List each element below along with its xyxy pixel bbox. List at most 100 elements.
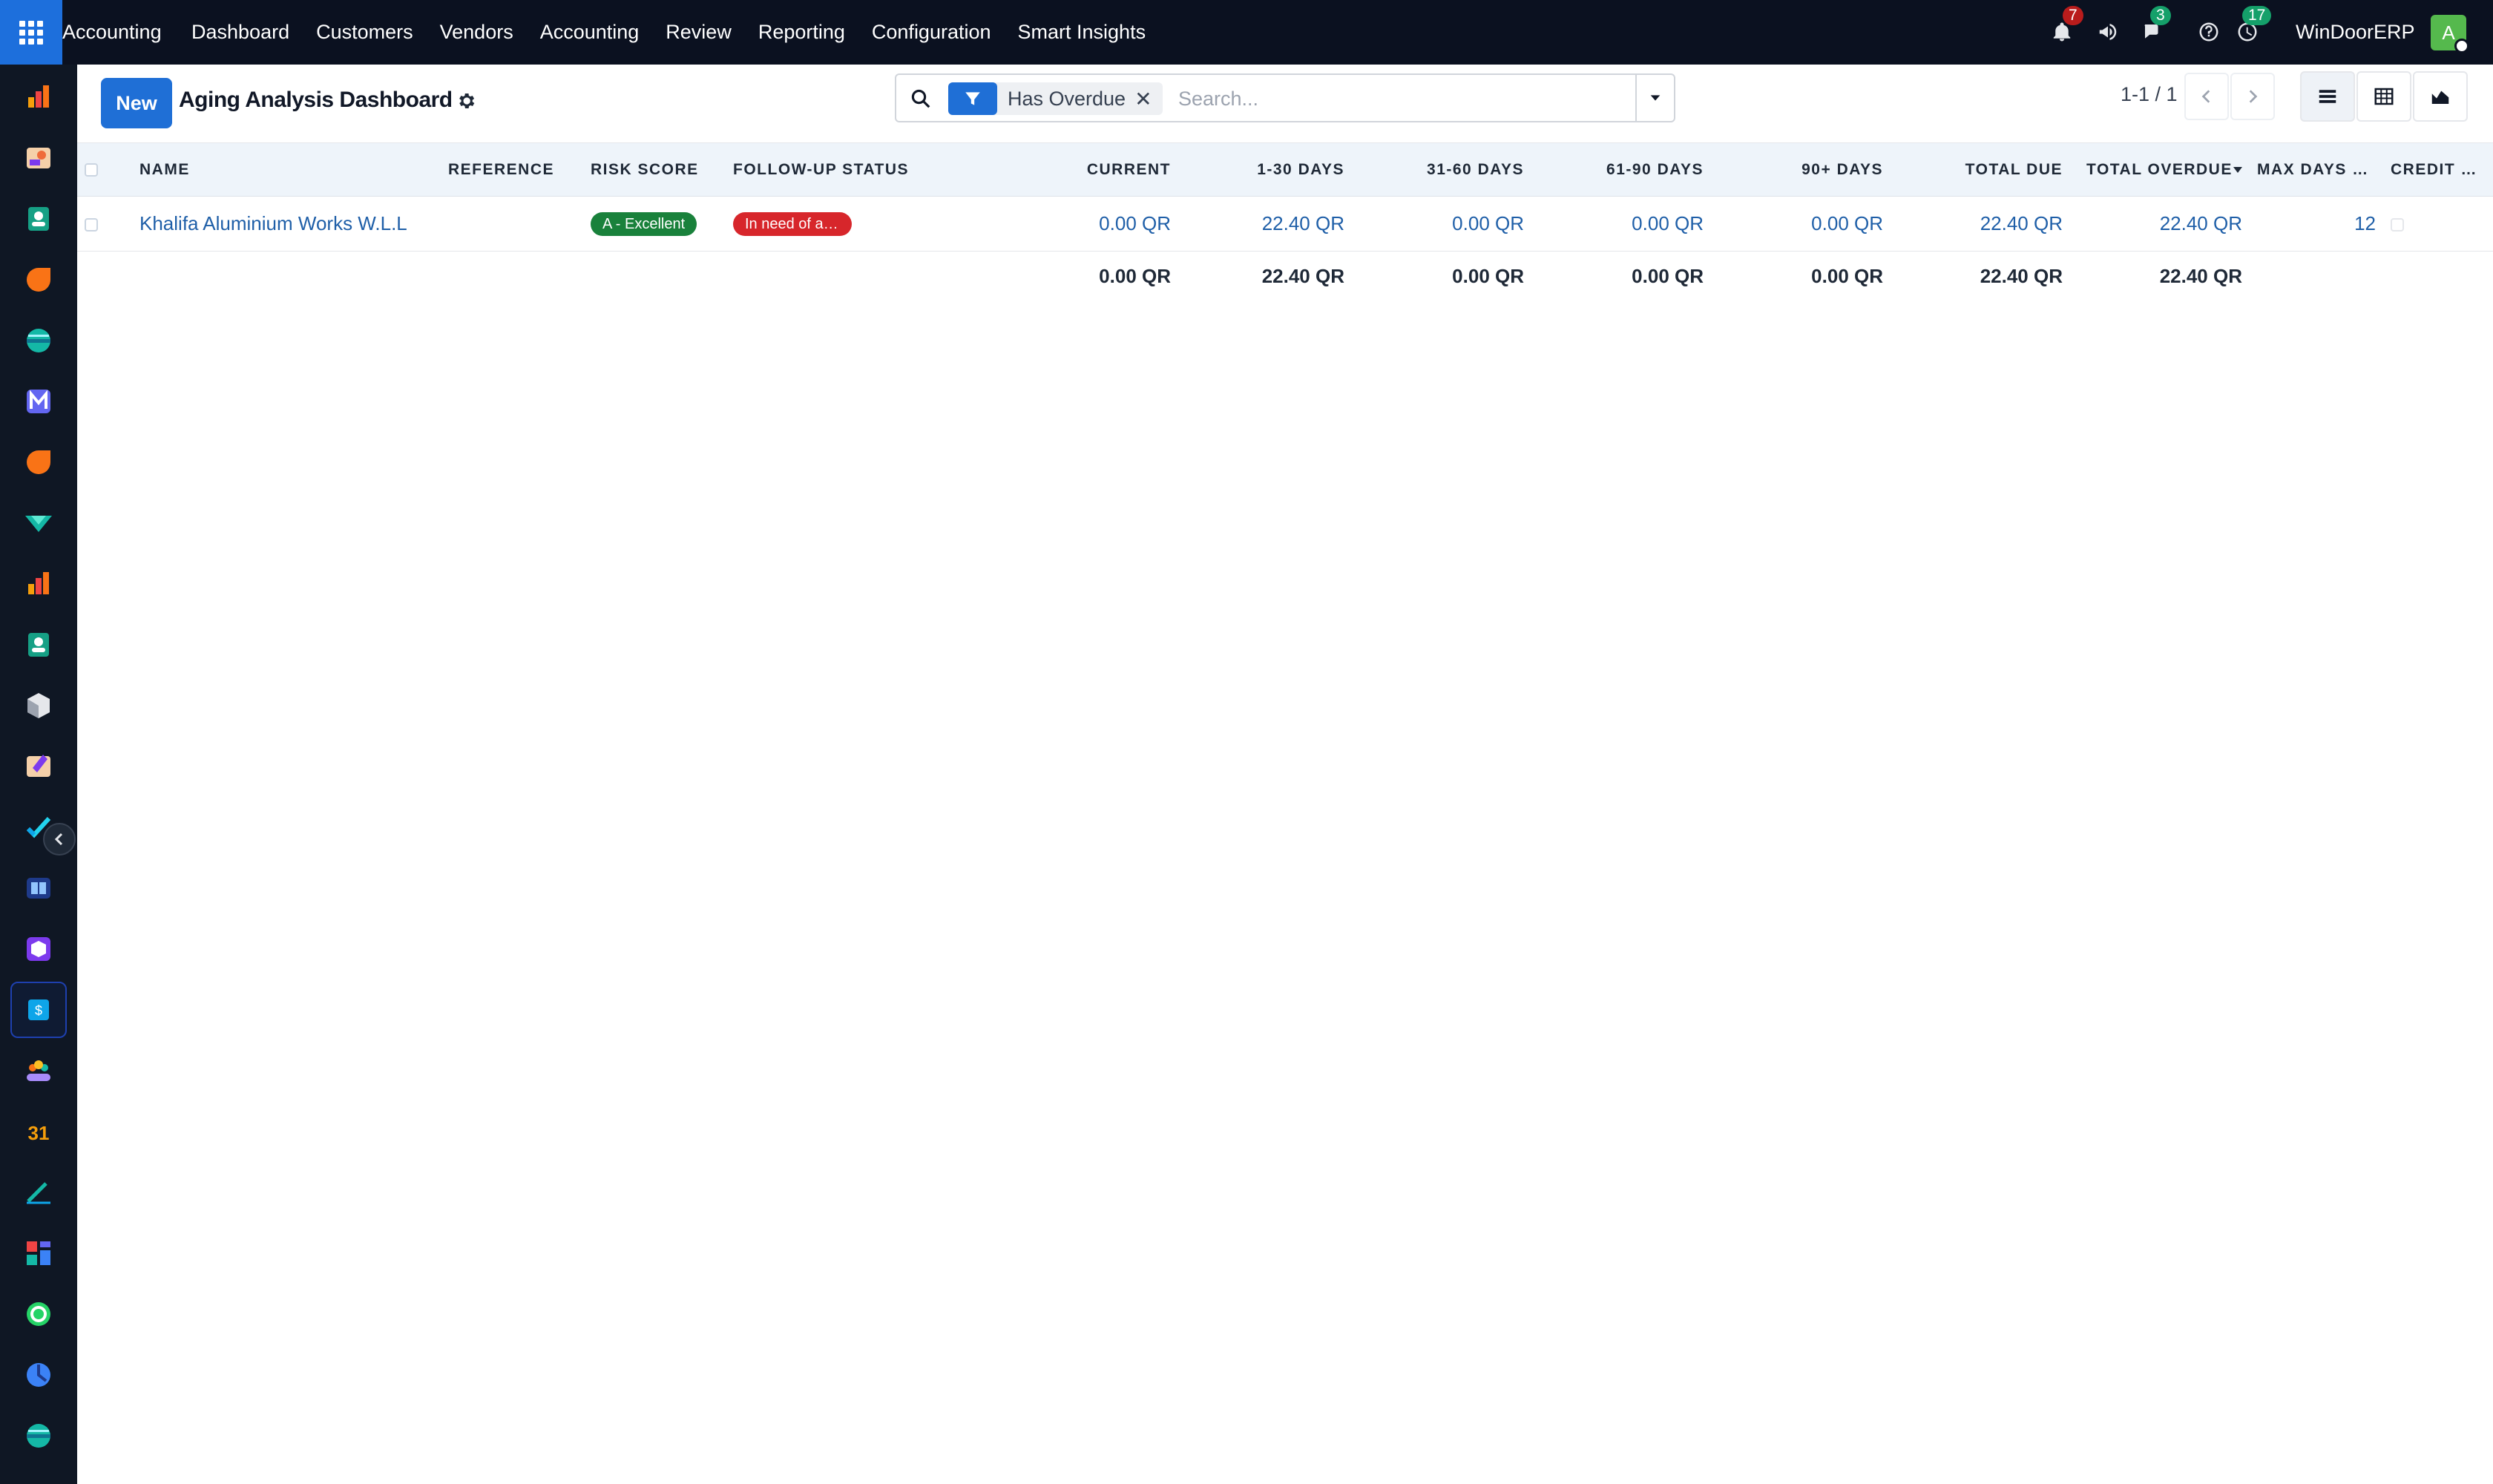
total-due-amount[interactable]: 22.40 QR xyxy=(1891,197,2070,252)
credit-hold-checkbox[interactable] xyxy=(2391,218,2404,232)
total-current: 0.00 QR xyxy=(1099,265,1171,288)
avatar-letter: A xyxy=(2442,22,2455,44)
col-credit-hold[interactable]: Credit Hold xyxy=(2383,143,2493,197)
d90-plus-amount[interactable]: 0.00 QR xyxy=(1711,197,1891,252)
select-all-cell xyxy=(77,143,132,197)
calendar-icon[interactable]: 31 xyxy=(10,1103,67,1160)
employees-icon[interactable] xyxy=(10,617,67,673)
total-total-overdue: 22.40 QR xyxy=(2159,265,2242,288)
crm-icon[interactable] xyxy=(10,252,67,308)
knowledge-icon[interactable] xyxy=(10,860,67,916)
new-button[interactable]: New xyxy=(101,78,172,128)
email-marketing-icon[interactable] xyxy=(10,373,67,430)
followup-status-badge: In need of action xyxy=(733,212,852,237)
team-icon[interactable] xyxy=(10,1043,67,1099)
total-d90-plus: 0.00 QR xyxy=(1811,265,1883,288)
menu-customers[interactable]: Customers xyxy=(316,21,413,44)
pager-next-button[interactable] xyxy=(2230,73,2275,120)
chevron-right-icon xyxy=(2249,90,2258,103)
select-all-checkbox[interactable] xyxy=(85,162,98,177)
current-amount[interactable]: 0.00 QR xyxy=(1005,197,1178,252)
total-overdue-amount[interactable]: 22.40 QR xyxy=(2070,197,2250,252)
search-bar: Has Overdue ✕ xyxy=(895,73,1675,122)
max-days-overdue[interactable]: 12 xyxy=(2250,197,2383,252)
aging-list: Name Reference Risk Score Follow-up Stat… xyxy=(77,142,2493,302)
planning-icon[interactable] xyxy=(10,1347,67,1403)
pivot-view-button[interactable] xyxy=(2356,71,2411,122)
col-total-overdue-header[interactable]: Total Overdue xyxy=(2070,143,2250,197)
menu-smart-insights[interactable]: Smart Insights xyxy=(1018,21,1146,44)
inventory-icon[interactable] xyxy=(10,677,67,734)
accounting-icon[interactable] xyxy=(10,69,67,125)
apps-menu-button[interactable] xyxy=(0,0,62,65)
app-brand[interactable]: Accounting xyxy=(62,0,162,65)
notifications-badge: 7 xyxy=(2063,6,2083,25)
website-icon[interactable] xyxy=(10,312,67,369)
d1-30-amount[interactable]: 22.40 QR xyxy=(1178,197,1352,252)
discuss-icon[interactable] xyxy=(10,130,67,186)
col-risk-score[interactable]: Risk Score xyxy=(583,143,726,197)
followup-status-cell: In need of action xyxy=(726,197,1005,252)
graph-view-button[interactable] xyxy=(2413,71,2468,122)
menu-configuration[interactable]: Configuration xyxy=(872,21,991,44)
website2-icon[interactable] xyxy=(10,1408,67,1464)
menu-reporting[interactable]: Reporting xyxy=(758,21,845,44)
apps-icon[interactable] xyxy=(10,921,67,977)
table-icon xyxy=(2374,88,2394,105)
col-max-days-overdue[interactable]: Max Days Overdue xyxy=(2250,143,2383,197)
row-checkbox[interactable] xyxy=(85,218,98,232)
main-menu: Dashboard Customers Vendors Accounting R… xyxy=(191,0,1172,65)
apps-grid-icon xyxy=(19,20,43,45)
pager-previous-button[interactable] xyxy=(2184,73,2229,120)
caret-down-icon xyxy=(1650,95,1661,101)
table-row[interactable]: Khalifa Aluminium Works W.L.L A - Excell… xyxy=(77,197,2493,252)
top-navbar: Accounting Dashboard Customers Vendors A… xyxy=(0,0,2493,65)
sales-icon[interactable] xyxy=(10,738,67,795)
company-switcher[interactable]: WinDoorERP xyxy=(2296,0,2415,65)
gear-icon[interactable] xyxy=(456,91,476,111)
pager-value[interactable]: 1-1 / 1 xyxy=(2121,83,2178,106)
menu-dashboard[interactable]: Dashboard xyxy=(191,21,289,44)
svg-text:31: 31 xyxy=(28,1122,50,1144)
help-icon[interactable] xyxy=(2198,21,2220,43)
col-total-due[interactable]: Total Due xyxy=(1891,143,2070,197)
menu-accounting[interactable]: Accounting xyxy=(540,21,640,44)
col-reference[interactable]: Reference xyxy=(441,143,583,197)
sign-icon[interactable] xyxy=(10,1164,67,1221)
list-view-button[interactable] xyxy=(2300,71,2355,122)
col-current[interactable]: Current xyxy=(1005,143,1178,197)
user-avatar[interactable]: A xyxy=(2431,15,2469,53)
partner-name[interactable]: Khalifa Aluminium Works W.L.L xyxy=(132,197,441,252)
menu-review[interactable]: Review xyxy=(666,21,732,44)
livechat-icon[interactable] xyxy=(10,434,67,490)
totals-spacer xyxy=(2250,252,2383,302)
partner-reference xyxy=(441,197,583,252)
col-1-30-days[interactable]: 1-30 Days xyxy=(1178,143,1352,197)
search-icon[interactable] xyxy=(910,88,932,110)
menu-vendors[interactable]: Vendors xyxy=(440,21,513,44)
d61-90-amount[interactable]: 0.00 QR xyxy=(1531,197,1711,252)
col-90-plus-days[interactable]: 90+ Days xyxy=(1711,143,1891,197)
sidebar-collapse-button[interactable] xyxy=(43,823,76,856)
col-name[interactable]: Name xyxy=(132,143,441,197)
col-followup-status[interactable]: Follow-up Status xyxy=(726,143,1005,197)
search-options-toggle[interactable] xyxy=(1635,75,1674,121)
search-input[interactable] xyxy=(1178,82,1594,115)
col-61-90-days[interactable]: 61-90 Days xyxy=(1531,143,1711,197)
reporting-icon[interactable] xyxy=(10,556,67,612)
d31-60-amount[interactable]: 0.00 QR xyxy=(1352,197,1531,252)
megaphone-icon[interactable] xyxy=(2097,21,2119,43)
invoicing-icon[interactable]: $ xyxy=(10,982,67,1038)
col-31-60-days[interactable]: 31-60 Days xyxy=(1352,143,1531,197)
contacts-icon[interactable] xyxy=(10,191,67,247)
view-switcher xyxy=(2300,71,2469,122)
whatsapp-icon[interactable] xyxy=(10,1286,67,1342)
aging-table: Name Reference Risk Score Follow-up Stat… xyxy=(77,142,2493,302)
helpdesk-icon[interactable] xyxy=(10,495,67,551)
total-d31-60: 0.00 QR xyxy=(1452,265,1524,288)
totals-spacer xyxy=(726,252,1005,302)
facet-remove-icon[interactable]: ✕ xyxy=(1134,87,1162,111)
svg-text:$: $ xyxy=(35,1003,42,1018)
totals-spacer xyxy=(2383,252,2493,302)
dashboards-icon[interactable] xyxy=(10,1225,67,1281)
